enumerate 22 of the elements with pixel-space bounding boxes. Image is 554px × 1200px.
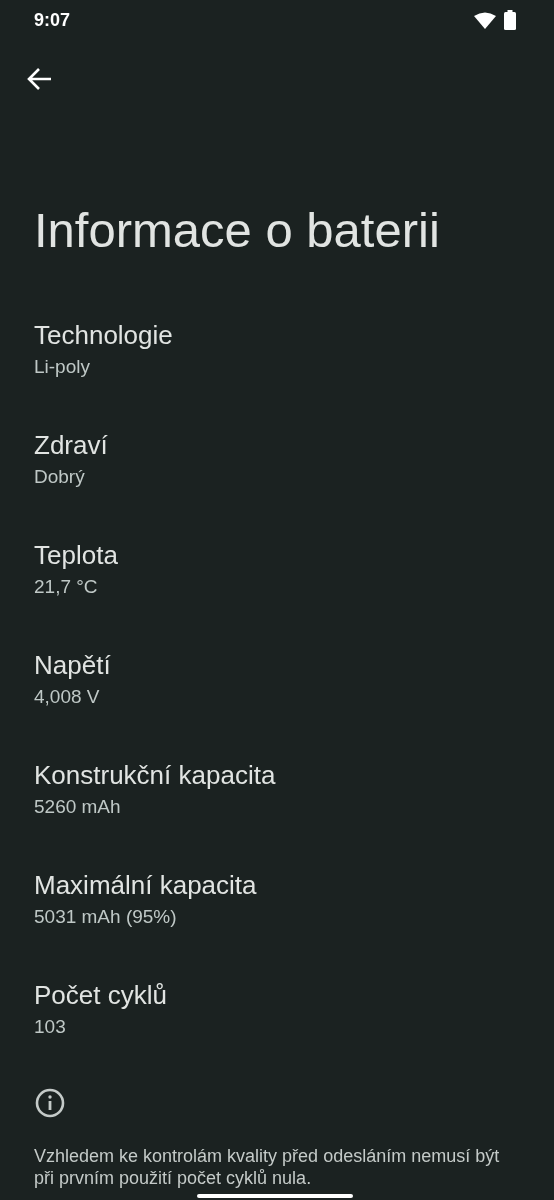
item-value: Dobrý [34,465,85,489]
info-icon [35,1088,65,1118]
item-value: 5031 mAh (95%) [34,905,177,929]
battery-icon [504,10,516,30]
item-label: Maximální kapacita [34,869,257,901]
item-label: Teplota [34,539,118,571]
item-label: Napětí [34,649,111,681]
gesture-handle[interactable] [197,1194,353,1198]
item-label: Konstrukční kapacita [34,759,276,791]
item-value: 103 [34,1015,66,1039]
item-value: 4,008 V [34,685,100,709]
item-value: 21,7 °C [34,575,98,599]
wifi-icon [474,11,496,29]
status-time: 9:07 [34,9,71,31]
footer-note: Vzhledem ke kontrolám kvality před odesláním nemusí být při prvním použití počet cyklů nula. [34,1145,501,1189]
item-label: Počet cyklů [34,979,167,1011]
item-label: Technologie [34,319,173,351]
item-value: 5260 mAh [34,795,121,819]
item-value: Li-poly [34,355,90,379]
back-arrow-icon[interactable] [27,67,53,91]
page-title: Informace o baterii [34,202,441,258]
item-label: Zdraví [34,429,108,461]
